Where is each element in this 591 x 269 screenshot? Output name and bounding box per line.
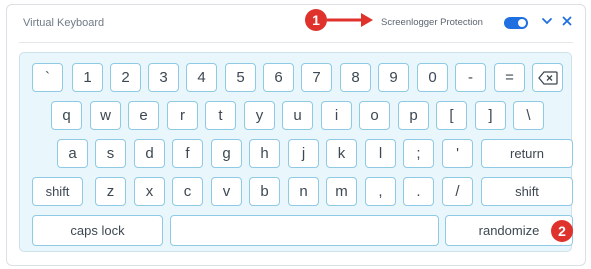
key-return[interactable]: return	[481, 139, 573, 168]
key-period[interactable]: .	[403, 177, 434, 206]
key-slash[interactable]: /	[442, 177, 473, 206]
key-3[interactable]: 3	[148, 63, 179, 92]
key-equals[interactable]: =	[494, 63, 525, 92]
panel-title: Virtual Keyboard	[23, 17, 105, 29]
key-b[interactable]: b	[249, 177, 280, 206]
key-z[interactable]: z	[95, 177, 126, 206]
key-4[interactable]: 4	[186, 63, 217, 92]
key-5[interactable]: 5	[225, 63, 256, 92]
key-x[interactable]: x	[134, 177, 165, 206]
key-quote[interactable]: '	[442, 139, 473, 168]
key-semicolon[interactable]: ;	[403, 139, 434, 168]
key-l[interactable]: l	[365, 139, 396, 168]
key-close-bracket[interactable]: ]	[475, 101, 506, 130]
key-d[interactable]: d	[134, 139, 165, 168]
backspace-icon	[537, 70, 558, 85]
key-k[interactable]: k	[326, 139, 357, 168]
key-c[interactable]: c	[172, 177, 203, 206]
key-a[interactable]: a	[57, 139, 88, 168]
caps-lock-button[interactable]: caps lock	[32, 215, 163, 246]
key-backtick[interactable]: `	[32, 63, 63, 92]
key-r[interactable]: r	[167, 101, 198, 130]
key-comma[interactable]: ,	[365, 177, 396, 206]
key-t[interactable]: t	[205, 101, 236, 130]
key-6[interactable]: 6	[263, 63, 294, 92]
key-e[interactable]: e	[128, 101, 159, 130]
key-1[interactable]: 1	[72, 63, 103, 92]
key-8[interactable]: 8	[340, 63, 371, 92]
key-f[interactable]: f	[172, 139, 203, 168]
key-minus[interactable]: -	[455, 63, 486, 92]
key-2[interactable]: 2	[110, 63, 141, 92]
key-7[interactable]: 7	[301, 63, 332, 92]
key-backspace[interactable]	[532, 63, 563, 92]
key-o[interactable]: o	[359, 101, 390, 130]
key-backslash[interactable]: \	[513, 101, 544, 130]
screenlogger-protection-label: Screenlogger Protection	[381, 17, 483, 28]
key-p[interactable]: p	[398, 101, 429, 130]
screenlogger-protection-toggle[interactable]	[504, 17, 528, 29]
header-divider	[19, 42, 573, 43]
chevron-down-icon[interactable]	[540, 14, 554, 28]
key-0[interactable]: 0	[417, 63, 448, 92]
key-open-bracket[interactable]: [	[436, 101, 467, 130]
key-i[interactable]: i	[321, 101, 352, 130]
keyboard: ` 1 2 3 4 5 6 7 8 9 0 - = q w e r t y u …	[19, 52, 573, 252]
key-m[interactable]: m	[326, 177, 357, 206]
key-shift-left[interactable]: shift	[32, 177, 83, 206]
key-n[interactable]: n	[288, 177, 319, 206]
key-g[interactable]: g	[211, 139, 242, 168]
annotation-badge-2: 2	[551, 220, 573, 242]
key-v[interactable]: v	[211, 177, 242, 206]
space-bar[interactable]	[170, 215, 439, 246]
close-icon[interactable]	[560, 14, 574, 28]
key-u[interactable]: u	[282, 101, 313, 130]
key-shift-right[interactable]: shift	[481, 177, 573, 206]
key-y[interactable]: y	[244, 101, 275, 130]
key-9[interactable]: 9	[378, 63, 409, 92]
key-q[interactable]: q	[51, 101, 82, 130]
key-j[interactable]: j	[288, 139, 319, 168]
toggle-knob	[518, 19, 526, 27]
key-w[interactable]: w	[90, 101, 121, 130]
key-h[interactable]: h	[249, 139, 280, 168]
panel-header: Virtual Keyboard Screenlogger Protection	[7, 5, 585, 43]
key-s[interactable]: s	[95, 139, 126, 168]
annotation-arrow-icon	[327, 13, 373, 27]
annotation-badge-1: 1	[305, 9, 327, 31]
